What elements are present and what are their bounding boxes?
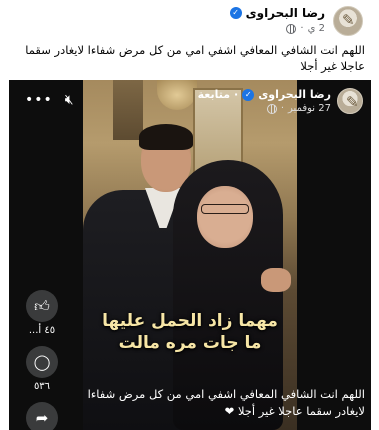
verified-badge-icon: ✓ — [229, 7, 242, 19]
follow-button[interactable]: متابعة — [198, 88, 230, 101]
reel-author-line: رضا البحراوى ✓ · متابعة — [198, 88, 331, 101]
more-options-icon[interactable]: ••• — [25, 92, 53, 108]
reel-header: رضا البحراوى ✓ · متابعة 27 نوفمبر · — [198, 88, 363, 114]
man-hair — [139, 124, 193, 150]
reel-card[interactable]: مهما زاد الحمل عليها ما جات مره مالت رضا… — [9, 80, 371, 430]
reel-author-avatar[interactable] — [337, 88, 363, 114]
separator-dot: · — [280, 103, 285, 114]
likes-count: ٤٥ أ... — [28, 325, 56, 336]
reel-author-name[interactable]: رضا البحراوى — [258, 88, 331, 101]
post-text: اللهم انت الشافي المعافي اشفي امي من كل … — [25, 43, 365, 73]
post-time[interactable]: 2 ي — [308, 23, 325, 34]
reel-controls: ••• 🔇︎ — [25, 92, 74, 108]
author-avatar[interactable] — [333, 6, 363, 36]
reel-caption: اللهم انت الشافي المعافي اشفي امي من كل … — [87, 387, 365, 418]
woman-face — [197, 186, 253, 248]
globe-icon — [266, 103, 277, 114]
comment-bubble-icon[interactable]: ◯ — [26, 346, 58, 378]
reel-meta: 27 نوفمبر · — [198, 103, 331, 114]
post-header: رضا البحراوى ✓ 2 ي · — [0, 4, 379, 38]
author-line: رضا البحراوى ✓ — [229, 6, 325, 20]
separator-dot: · — [300, 23, 304, 34]
background-chandelier — [157, 80, 197, 110]
globe-icon — [286, 23, 297, 34]
overlay-line-2: ما جات مره مالت — [118, 333, 262, 353]
reel-author-block: رضا البحراوى ✓ · متابعة 27 نوفمبر · — [198, 88, 331, 114]
reel-video-frame[interactable] — [83, 80, 297, 430]
separator-dot: · — [234, 88, 239, 101]
thumbs-up-icon[interactable]: 👍︎ — [26, 290, 58, 322]
author-name[interactable]: رضا البحراوى — [246, 6, 325, 20]
overlay-line-1: مهما زاد الحمل عليها — [102, 311, 278, 331]
post-meta: 2 ي · — [286, 23, 325, 34]
verified-badge-icon: ✓ — [242, 88, 255, 101]
like-action[interactable]: 👍︎ ٤٥ أ... — [26, 290, 58, 336]
reel-date[interactable]: 27 نوفمبر — [288, 103, 331, 114]
woman-glasses — [201, 204, 249, 214]
speaker-muted-icon[interactable]: 🔇︎ — [65, 92, 74, 108]
video-overlay-text: مهما زاد الحمل عليها ما جات مره مالت — [83, 310, 297, 354]
man-hand — [261, 268, 291, 292]
background-panel — [113, 80, 143, 140]
